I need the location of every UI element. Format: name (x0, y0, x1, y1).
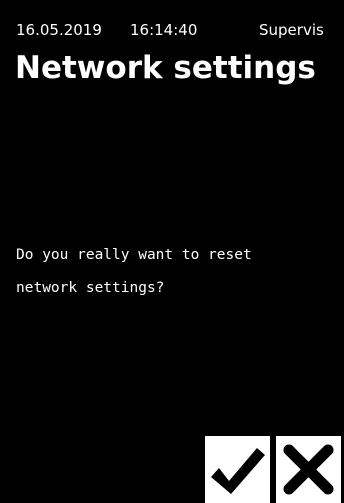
status-date: 16.05.2019 (16, 21, 102, 39)
page-title: Network settings (15, 50, 316, 86)
status-user: Supervis (259, 21, 324, 39)
confirmation-message-line: network settings? (16, 280, 165, 296)
status-time: 16:14:40 (130, 21, 198, 39)
x-icon (283, 444, 334, 495)
status-bar: 16.05.2019 16:14:40 Supervis (0, 0, 344, 50)
checkmark-icon (211, 448, 265, 494)
confirmation-message-line: Do you really want to reset (16, 247, 252, 263)
confirmation-message: Do you really want to reset network sett… (16, 239, 331, 305)
confirm-button[interactable] (205, 436, 270, 503)
cancel-button[interactable] (276, 436, 341, 503)
